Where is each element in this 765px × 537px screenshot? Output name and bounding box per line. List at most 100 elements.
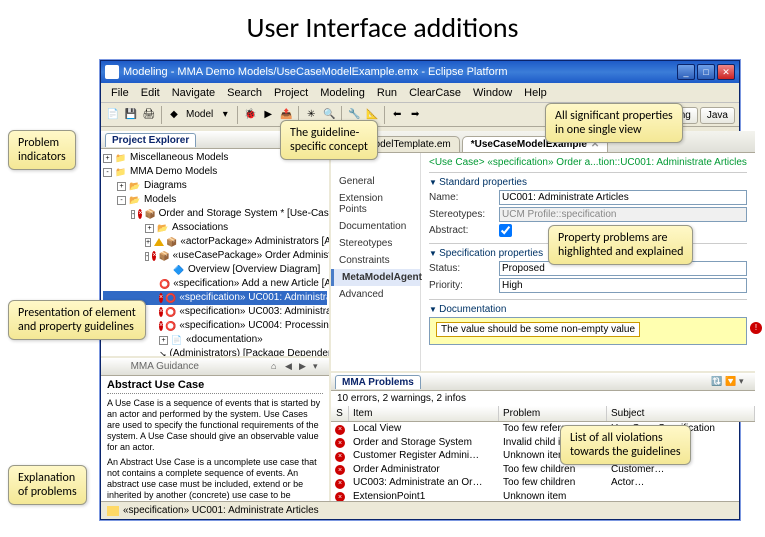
project-explorer-tab-label[interactable]: Project Explorer [105, 133, 196, 147]
node-label: Overview [Overview Diagram] [188, 263, 320, 277]
error-decorator-icon: × [138, 209, 142, 219]
problems-filter-icon[interactable]: 🔽 [725, 376, 737, 388]
twisty-icon[interactable]: + [103, 154, 112, 163]
col-subject[interactable]: Subject [607, 406, 755, 421]
tree-node[interactable]: -📁MMA Demo Models [103, 165, 327, 179]
priority-input[interactable] [499, 278, 747, 293]
close-button[interactable]: ✕ [717, 64, 735, 80]
problems-menu-icon[interactable]: ▾ [739, 376, 751, 388]
problems-table-body: ×Local ViewToo few referencesUse-Case Sp… [331, 422, 755, 501]
sidetab-advanced[interactable]: Advanced [331, 286, 420, 303]
problem-row[interactable]: ×ExtensionPoint1Unknown item [331, 490, 755, 502]
node-label: «useCasePackage» Order Administration [U… [173, 249, 329, 263]
abstract-checkbox[interactable] [499, 224, 512, 237]
problems-table: S Item Problem Subject ×Local ViewToo fe… [331, 406, 755, 501]
twisty-icon[interactable]: - [145, 252, 149, 261]
guidance-tab-label[interactable]: MMA Guidance [125, 360, 205, 373]
guidance-home-icon[interactable]: ⌂ [271, 361, 283, 373]
problem-row[interactable]: ×Customer Register Admini…Unknown item [331, 449, 755, 463]
guidance-menu-icon[interactable]: ▾ [313, 361, 325, 373]
col-item[interactable]: Item [349, 406, 499, 421]
col-problem[interactable]: Problem [499, 406, 607, 421]
back-icon[interactable]: ⬅ [389, 107, 405, 123]
tree-node[interactable]: ⭕«specification» Add a new Article [Abst… [103, 277, 327, 291]
twisty-icon[interactable]: - [117, 196, 126, 205]
guidance-fwd-icon[interactable]: ▶ [299, 361, 311, 373]
maximize-button[interactable]: □ [697, 64, 715, 80]
documentation-field[interactable]: The value should be some non-empty value… [429, 317, 747, 345]
menu-clearcase[interactable]: ClearCase [403, 85, 467, 101]
tree-node[interactable]: -×📦Order and Storage System * [Use-Case … [103, 207, 327, 221]
model-icon[interactable]: ◆ [166, 107, 182, 123]
debug-icon[interactable]: 🐞 [242, 107, 258, 123]
sidetab-extension[interactable]: Extension Points [331, 190, 420, 218]
tree-node[interactable]: ↘(Administrators) [Package Dependency] [103, 347, 327, 356]
mma-guidance-view: x MMA Guidance ⌂ ◀ ▶ ▾ Abstract Use Case… [101, 356, 329, 501]
problem-row[interactable]: ×UC003: Administrate an Or…Too few child… [331, 476, 755, 490]
twisty-icon[interactable]: + [159, 336, 168, 345]
problem-subject: Actor… [607, 476, 755, 489]
status-usecase-icon [107, 506, 119, 516]
twisty-icon[interactable]: - [103, 168, 112, 177]
model-dropdown-label[interactable]: Model [184, 109, 215, 120]
new-icon[interactable]: 📄 [105, 107, 121, 123]
menu-edit[interactable]: Edit [135, 85, 166, 101]
name-input[interactable] [499, 190, 747, 205]
node-icon: ⭕ [165, 293, 176, 303]
standard-group-title[interactable]: Standard properties [429, 177, 747, 188]
sidetab-general[interactable]: General [331, 173, 420, 190]
col-severity[interactable]: S [331, 406, 349, 421]
node-label: Miscellaneous Models [130, 151, 228, 165]
print-icon[interactable]: 🖨 [141, 107, 157, 123]
callout-problem-indicators: Problem indicators [8, 130, 76, 170]
menu-project[interactable]: Project [268, 85, 314, 101]
twisty-icon[interactable]: + [117, 182, 126, 191]
documentation-group: Documentation The value should be some n… [429, 299, 747, 349]
menu-search[interactable]: Search [221, 85, 268, 101]
perspective-java[interactable]: Java [700, 107, 735, 124]
tree-node[interactable]: -📂Models [103, 193, 327, 207]
tree-node[interactable]: +📂Diagrams [103, 179, 327, 193]
menu-help[interactable]: Help [518, 85, 553, 101]
problem-row[interactable]: ×Order and Storage SystemInvalid child i… [331, 436, 755, 450]
save-icon[interactable]: 💾 [123, 107, 139, 123]
tree-node[interactable]: -×📦«useCasePackage» Order Administration… [103, 249, 327, 263]
twisty-icon[interactable]: - [131, 210, 135, 219]
menu-window[interactable]: Window [467, 85, 518, 101]
status-text: «specification» UC001: Administrate Arti… [123, 505, 319, 516]
guidance-title: Abstract Use Case [107, 380, 323, 394]
guidance-back-icon[interactable]: ◀ [285, 361, 297, 373]
error-icon: × [335, 492, 345, 501]
menu-run[interactable]: Run [371, 85, 403, 101]
sidetab-metamodelagent[interactable]: MetaModelAgent [331, 269, 420, 286]
sidetab-documentation[interactable]: Documentation [331, 218, 420, 235]
problems-tab-label[interactable]: MMA Problems [335, 375, 421, 389]
menu-modeling[interactable]: Modeling [314, 85, 371, 101]
menu-navigate[interactable]: Navigate [166, 85, 221, 101]
node-icon: 📁 [115, 167, 127, 177]
tree-node[interactable]: +📂Associations [103, 221, 327, 235]
problem-row[interactable]: ×Local ViewToo few referencesUse-Case Sp… [331, 422, 755, 436]
minimize-button[interactable]: _ [677, 64, 695, 80]
problem-row[interactable]: ×Order AdministratorToo few childrenCust… [331, 463, 755, 477]
window-title: Modeling - MMA Demo Models/UseCaseModelE… [123, 66, 677, 78]
problems-refresh-icon[interactable]: 🔃 [711, 376, 723, 388]
sidetab-constraints[interactable]: Constraints [331, 252, 420, 269]
run-icon[interactable]: ▶ [260, 107, 276, 123]
app-icon [105, 65, 119, 79]
problem-desc: Unknown item [499, 490, 607, 501]
tree-node[interactable]: 🔷Overview [Overview Diagram] [103, 263, 327, 277]
guidance-para1: A Use Case is a sequence of events that … [107, 398, 323, 453]
editor-breadcrumb: <Use Case> «specification» Order a...tio… [429, 157, 747, 168]
chevron-down-icon[interactable]: ▾ [217, 107, 233, 123]
menu-file[interactable]: File [105, 85, 135, 101]
tree-node[interactable]: +📦«actorPackage» Administrators [Actor P… [103, 235, 327, 249]
problem-desc: Too few children [499, 476, 607, 489]
documentation-error-text: The value should be some non-empty value [436, 322, 640, 337]
sidetab-stereotypes[interactable]: Stereotypes [331, 235, 420, 252]
node-icon: ↘ [159, 349, 167, 356]
forward-icon[interactable]: ➡ [407, 107, 423, 123]
twisty-icon[interactable]: + [145, 224, 154, 233]
doc-group-title[interactable]: Documentation [429, 304, 747, 315]
twisty-icon[interactable]: + [145, 238, 151, 247]
